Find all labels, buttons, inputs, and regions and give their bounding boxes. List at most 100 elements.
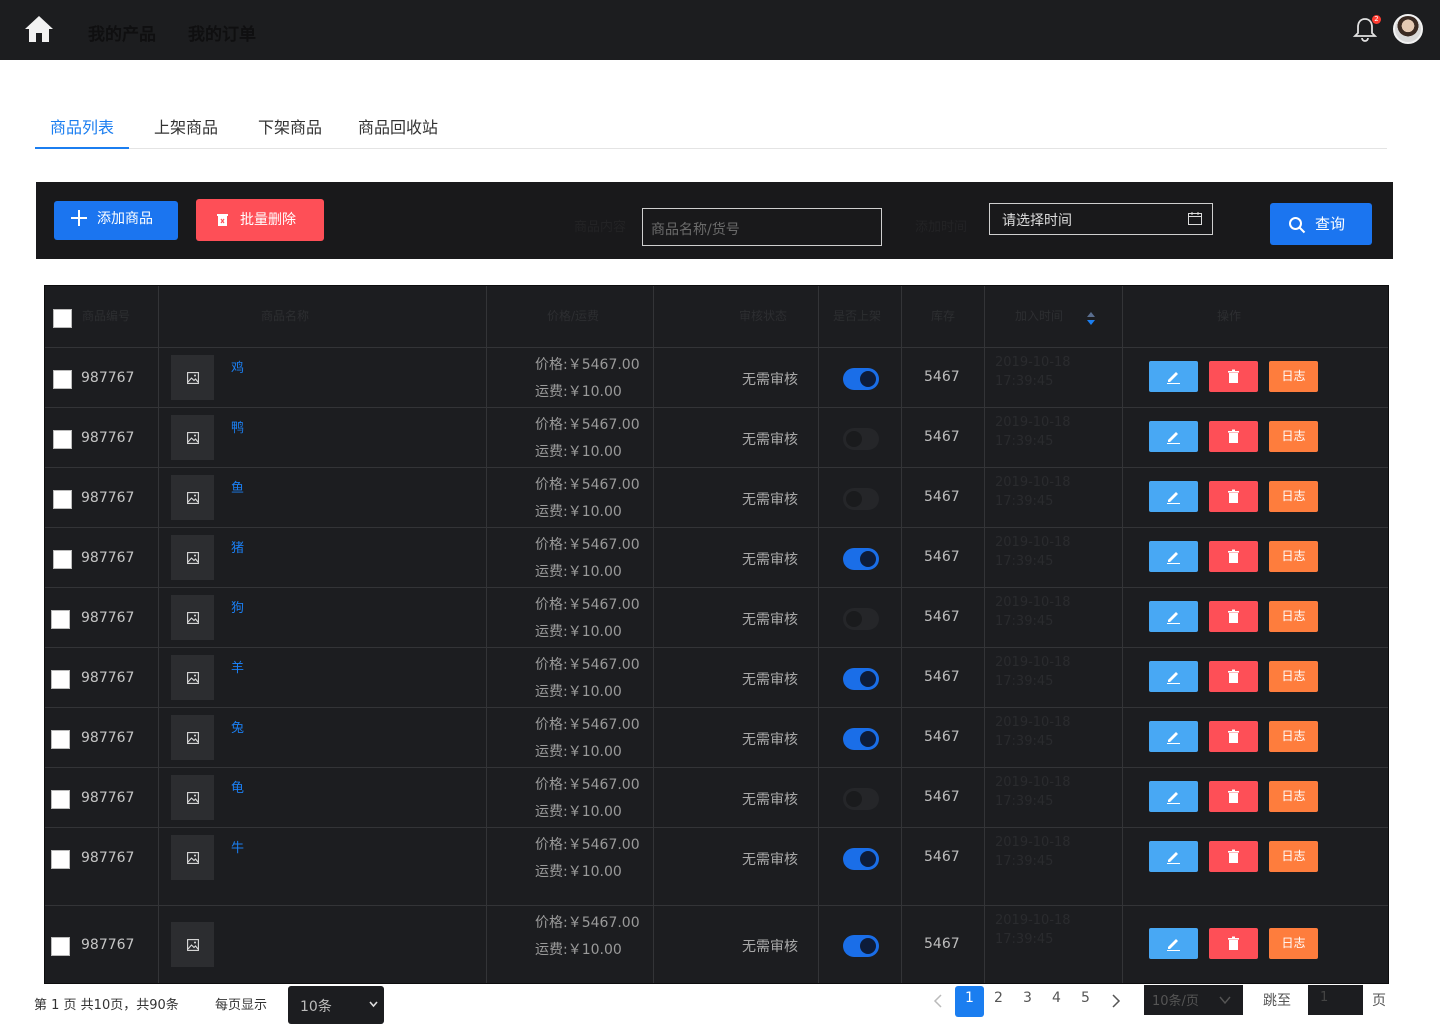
edit-button[interactable] (1149, 721, 1198, 752)
edit-button[interactable] (1149, 928, 1198, 959)
audit-status: 无需审核 (742, 552, 798, 568)
edit-button[interactable] (1149, 781, 1198, 812)
log-button[interactable]: 日志 (1269, 661, 1318, 692)
product-freight: 运费:￥10.00 (535, 804, 622, 820)
top-bar: 我的产品 我的订单 2 (0, 0, 1440, 60)
on-shelf-toggle[interactable] (843, 728, 879, 750)
on-shelf-toggle[interactable] (843, 368, 879, 390)
log-button[interactable]: 日志 (1269, 361, 1318, 392)
edit-button[interactable] (1149, 361, 1198, 392)
page-2[interactable]: 2 (994, 990, 1003, 1006)
sort-icon[interactable] (1087, 312, 1095, 325)
on-shelf-toggle[interactable] (843, 488, 879, 510)
row-checkbox[interactable] (51, 850, 70, 869)
row-checkbox[interactable] (53, 430, 72, 449)
row-checkbox[interactable] (51, 730, 70, 749)
trash-icon (1228, 369, 1239, 383)
row-checkbox[interactable] (53, 550, 72, 569)
stock-value: 5467 (924, 369, 960, 385)
edit-button[interactable] (1149, 541, 1198, 572)
product-freight: 运费:￥10.00 (535, 864, 622, 880)
log-button[interactable]: 日志 (1269, 928, 1318, 959)
product-name-link[interactable]: 鱼 (231, 477, 244, 496)
delete-button[interactable] (1209, 661, 1258, 692)
batch-delete-label: 批量删除 (240, 212, 296, 228)
tab-product-list[interactable]: 商品列表 (35, 114, 130, 149)
date-picker[interactable]: 请选择时间 (989, 203, 1213, 235)
delete-button[interactable] (1209, 601, 1258, 632)
toggle-knob (860, 671, 876, 687)
delete-button[interactable] (1209, 721, 1258, 752)
batch-delete-button[interactable]: 批量删除 (196, 199, 324, 241)
add-product-button[interactable]: 添加商品 (54, 201, 178, 240)
per-page-select[interactable]: 10条 (288, 986, 384, 1024)
jump-input[interactable]: 1 (1308, 985, 1363, 1015)
log-button[interactable]: 日志 (1269, 721, 1318, 752)
edit-button[interactable] (1149, 601, 1198, 632)
product-name-link[interactable]: 鸭 (231, 417, 244, 436)
on-shelf-toggle[interactable] (843, 935, 879, 957)
row-checkbox[interactable] (53, 490, 72, 509)
delete-button[interactable] (1209, 841, 1258, 872)
toggle-knob (860, 371, 876, 387)
on-shelf-toggle[interactable] (843, 608, 879, 630)
log-button[interactable]: 日志 (1269, 781, 1318, 812)
tab-recycle-bin[interactable]: 商品回收站 (358, 114, 438, 149)
image-icon (187, 612, 199, 624)
select-all-checkbox[interactable] (53, 309, 72, 328)
on-shelf-toggle[interactable] (843, 548, 879, 570)
edit-button[interactable] (1149, 661, 1198, 692)
product-name-link[interactable]: 牛 (231, 837, 244, 856)
page-3[interactable]: 3 (1023, 990, 1032, 1006)
avatar[interactable] (1393, 14, 1423, 44)
product-name-link[interactable]: 兔 (231, 717, 244, 736)
nav-my-orders[interactable]: 我的订单 (188, 20, 256, 45)
row-checkbox[interactable] (53, 370, 72, 389)
page-4[interactable]: 4 (1052, 990, 1061, 1006)
product-id: 987767 (81, 790, 135, 806)
col-divider (653, 286, 654, 983)
prev-page-icon[interactable] (933, 994, 943, 1008)
on-shelf-toggle[interactable] (843, 428, 879, 450)
row-checkbox[interactable] (51, 937, 70, 956)
log-button[interactable]: 日志 (1269, 541, 1318, 572)
product-name-link[interactable]: 狗 (231, 597, 244, 616)
product-name-link[interactable]: 猪 (231, 537, 244, 556)
jump-label: 跳至 (1263, 993, 1291, 1009)
tab-off-shelf[interactable]: 下架商品 (258, 114, 322, 149)
toggle-knob (860, 851, 876, 867)
next-page-icon[interactable] (1111, 994, 1121, 1008)
search-input[interactable]: 商品名称/货号 (642, 208, 882, 246)
on-shelf-toggle[interactable] (843, 668, 879, 690)
log-button[interactable]: 日志 (1269, 421, 1318, 452)
row-checkbox[interactable] (51, 790, 70, 809)
delete-button[interactable] (1209, 928, 1258, 959)
product-name-link[interactable]: 龟 (231, 777, 244, 796)
delete-button[interactable] (1209, 361, 1258, 392)
edit-button[interactable] (1149, 841, 1198, 872)
log-button[interactable]: 日志 (1269, 481, 1318, 512)
product-name-link[interactable]: 鸡 (231, 357, 244, 376)
delete-button[interactable] (1209, 541, 1258, 572)
page-1[interactable]: 1 (955, 986, 984, 1017)
log-button[interactable]: 日志 (1269, 841, 1318, 872)
product-name-link[interactable]: 羊 (231, 657, 244, 676)
page-5[interactable]: 5 (1081, 990, 1090, 1006)
tab-on-shelf[interactable]: 上架商品 (154, 114, 218, 149)
delete-button[interactable] (1209, 781, 1258, 812)
header-stock: 库存 (931, 309, 956, 323)
nav-my-products[interactable]: 我的产品 (88, 20, 156, 45)
query-button[interactable]: 查询 (1270, 203, 1372, 245)
delete-button[interactable] (1209, 481, 1258, 512)
row-checkbox[interactable] (51, 670, 70, 689)
edit-button[interactable] (1149, 421, 1198, 452)
row-checkbox[interactable] (51, 610, 70, 629)
on-shelf-toggle[interactable] (843, 848, 879, 870)
on-shelf-toggle[interactable] (843, 788, 879, 810)
product-id: 987767 (81, 730, 135, 746)
page-size-select[interactable]: 10条/页 (1144, 985, 1243, 1015)
delete-button[interactable] (1209, 421, 1258, 452)
edit-button[interactable] (1149, 481, 1198, 512)
log-button[interactable]: 日志 (1269, 601, 1318, 632)
home-icon[interactable] (22, 13, 56, 45)
